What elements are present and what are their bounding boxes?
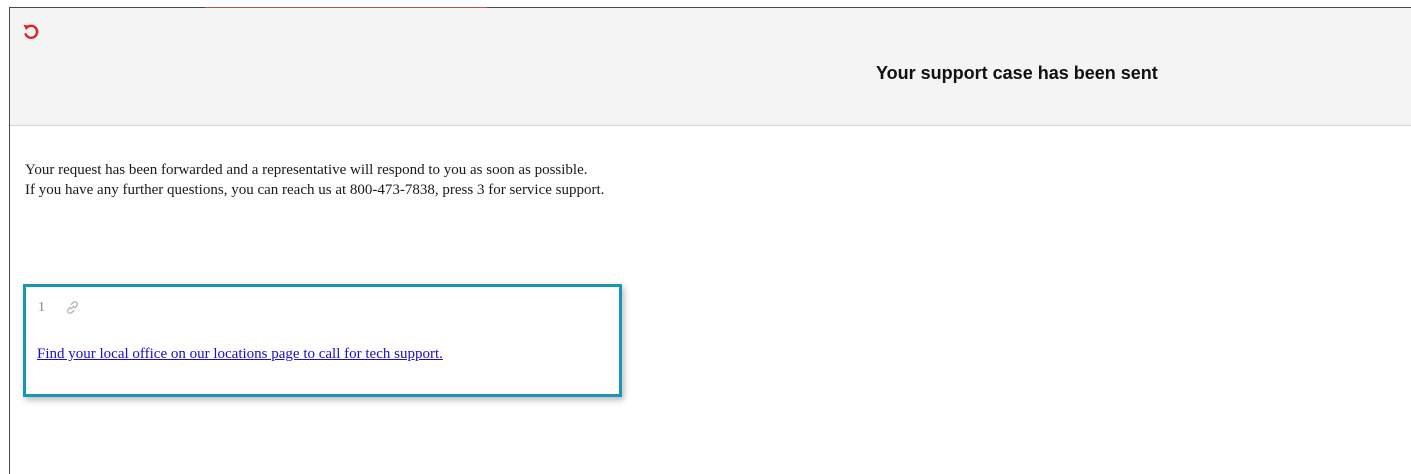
message-line-1: Your request has been forwarded and a re… — [25, 162, 588, 178]
confirmation-message: Your request has been forwarded and a re… — [25, 160, 604, 200]
page-title: Your support case has been sent — [876, 63, 1158, 83]
callout-index: 1 — [38, 300, 45, 315]
link-icon[interactable] — [64, 299, 81, 316]
undo-arrow-icon[interactable] — [21, 22, 41, 42]
locations-callout: 1 Find your local office on our location… — [23, 284, 622, 397]
page-header: Your support case has been sent — [10, 8, 1411, 126]
locations-page-link[interactable]: Find your local office on our locations … — [37, 346, 443, 363]
message-line-2: If you have any further questions, you c… — [25, 182, 605, 198]
